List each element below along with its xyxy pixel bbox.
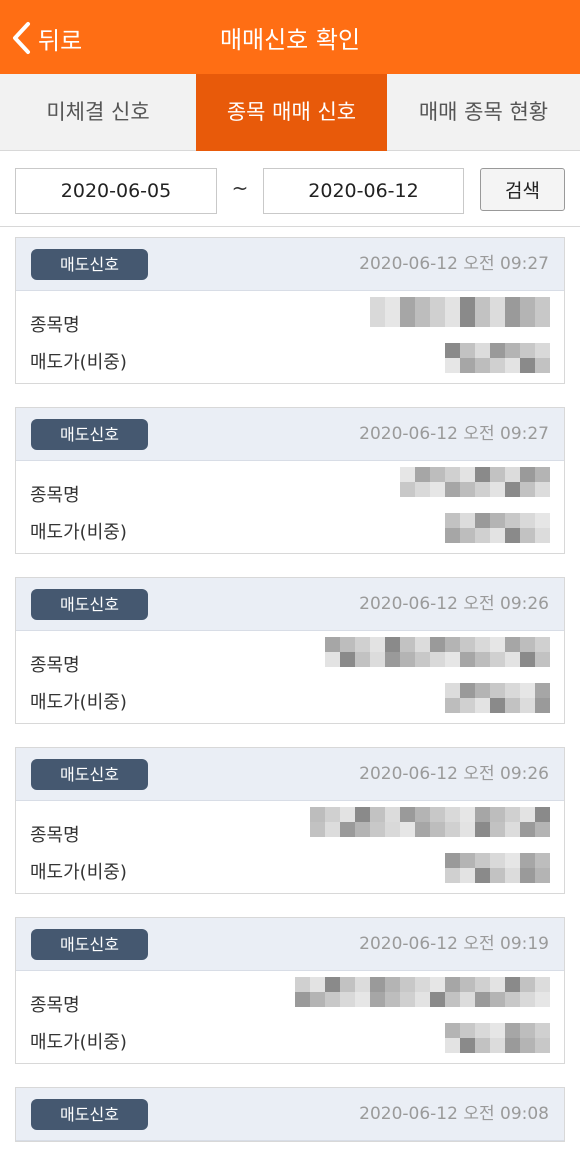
signal-timestamp: 2020-06-12 오전 09:27 (359, 254, 549, 274)
signal-card-body: 종목명매도가(비중) (16, 291, 564, 383)
tab-pending-signals[interactable]: 미체결 신호 (0, 74, 196, 151)
tab-trade-stock-status[interactable]: 매매 종목 현황 (387, 74, 580, 151)
signal-timestamp: 2020-06-12 오전 09:19 (359, 934, 549, 954)
sell-signal-badge: 매도신호 (31, 1099, 148, 1130)
stock-name-label: 종목명 (30, 655, 80, 676)
stock-name-redacted (400, 467, 550, 501)
signal-card[interactable]: 매도신호 2020-06-12 오전 09:08 (15, 1087, 565, 1142)
signal-timestamp: 2020-06-12 오전 09:08 (359, 1104, 549, 1124)
sell-signal-badge: 매도신호 (31, 419, 148, 450)
sell-price-label: 매도가(비중) (30, 1032, 127, 1053)
signal-card-body: 종목명매도가(비중) (16, 461, 564, 553)
sell-price-redacted (445, 1023, 550, 1057)
signal-card[interactable]: 매도신호 2020-06-12 오전 09:26 종목명매도가(비중) (15, 577, 565, 724)
stock-name-label: 종목명 (30, 825, 80, 846)
stock-name-redacted (310, 807, 550, 841)
page-title: 매매신호 확인 (219, 26, 361, 54)
signal-card-header: 매도신호 2020-06-12 오전 09:27 (16, 408, 564, 461)
signal-card[interactable]: 매도신호 2020-06-12 오전 09:27 종목명매도가(비중) (15, 237, 565, 384)
sell-signal-badge: 매도신호 (31, 249, 148, 280)
signal-timestamp: 2020-06-12 오전 09:26 (359, 594, 549, 614)
signal-card[interactable]: 매도신호 2020-06-12 오전 09:26 종목명매도가(비중) (15, 747, 565, 894)
sell-price-redacted (445, 513, 550, 547)
sell-price-redacted (445, 683, 550, 717)
stock-name-redacted (325, 637, 550, 671)
top-bar: 매매신호 확인 뒤로 (0, 0, 580, 74)
signal-card-header: 매도신호 2020-06-12 오전 09:27 (16, 238, 564, 291)
stock-name-label: 종목명 (30, 995, 80, 1016)
sell-price-redacted (445, 343, 550, 377)
signal-timestamp: 2020-06-12 오전 09:26 (359, 764, 549, 784)
signal-card-body: 종목명매도가(비중) (16, 971, 564, 1063)
stock-name-redacted (370, 297, 550, 331)
signal-card-header: 매도신호 2020-06-12 오전 09:19 (16, 918, 564, 971)
signal-card[interactable]: 매도신호 2020-06-12 오전 09:27 종목명매도가(비중) (15, 407, 565, 554)
stock-name-label: 종목명 (30, 485, 80, 506)
end-date-input[interactable] (263, 168, 464, 214)
sell-price-label: 매도가(비중) (30, 692, 127, 713)
sell-signal-badge: 매도신호 (31, 589, 148, 620)
start-date-input[interactable] (15, 168, 217, 214)
stock-name-label: 종목명 (30, 315, 80, 336)
signal-card-body: 종목명매도가(비중) (16, 801, 564, 893)
signal-card-body: 종목명매도가(비중) (16, 631, 564, 723)
sell-price-label: 매도가(비중) (30, 352, 127, 373)
signal-card-header: 매도신호 2020-06-12 오전 09:08 (16, 1088, 564, 1141)
tab-stock-trade-signals[interactable]: 종목 매매 신호 (196, 74, 387, 151)
date-range-separator: ~ (231, 176, 249, 200)
back-label: 뒤로 (38, 26, 83, 55)
signal-card[interactable]: 매도신호 2020-06-12 오전 09:19 종목명매도가(비중) (15, 917, 565, 1064)
sell-price-label: 매도가(비중) (30, 862, 127, 883)
signal-card-header: 매도신호 2020-06-12 오전 09:26 (16, 748, 564, 801)
sell-price-label: 매도가(비중) (30, 522, 127, 543)
chevron-left-icon (13, 22, 30, 54)
search-button[interactable]: 검색 (480, 168, 565, 211)
date-search-row: ~ 검색 (0, 151, 580, 227)
tab-bar: 미체결 신호 종목 매매 신호 매매 종목 현황 (0, 74, 580, 151)
sell-signal-badge: 매도신호 (31, 929, 148, 960)
sell-signal-badge: 매도신호 (31, 759, 148, 790)
signal-card-header: 매도신호 2020-06-12 오전 09:26 (16, 578, 564, 631)
back-button[interactable]: 뒤로 (10, 18, 82, 58)
stock-name-redacted (295, 977, 550, 1011)
signal-timestamp: 2020-06-12 오전 09:27 (359, 424, 549, 444)
sell-price-redacted (445, 853, 550, 887)
